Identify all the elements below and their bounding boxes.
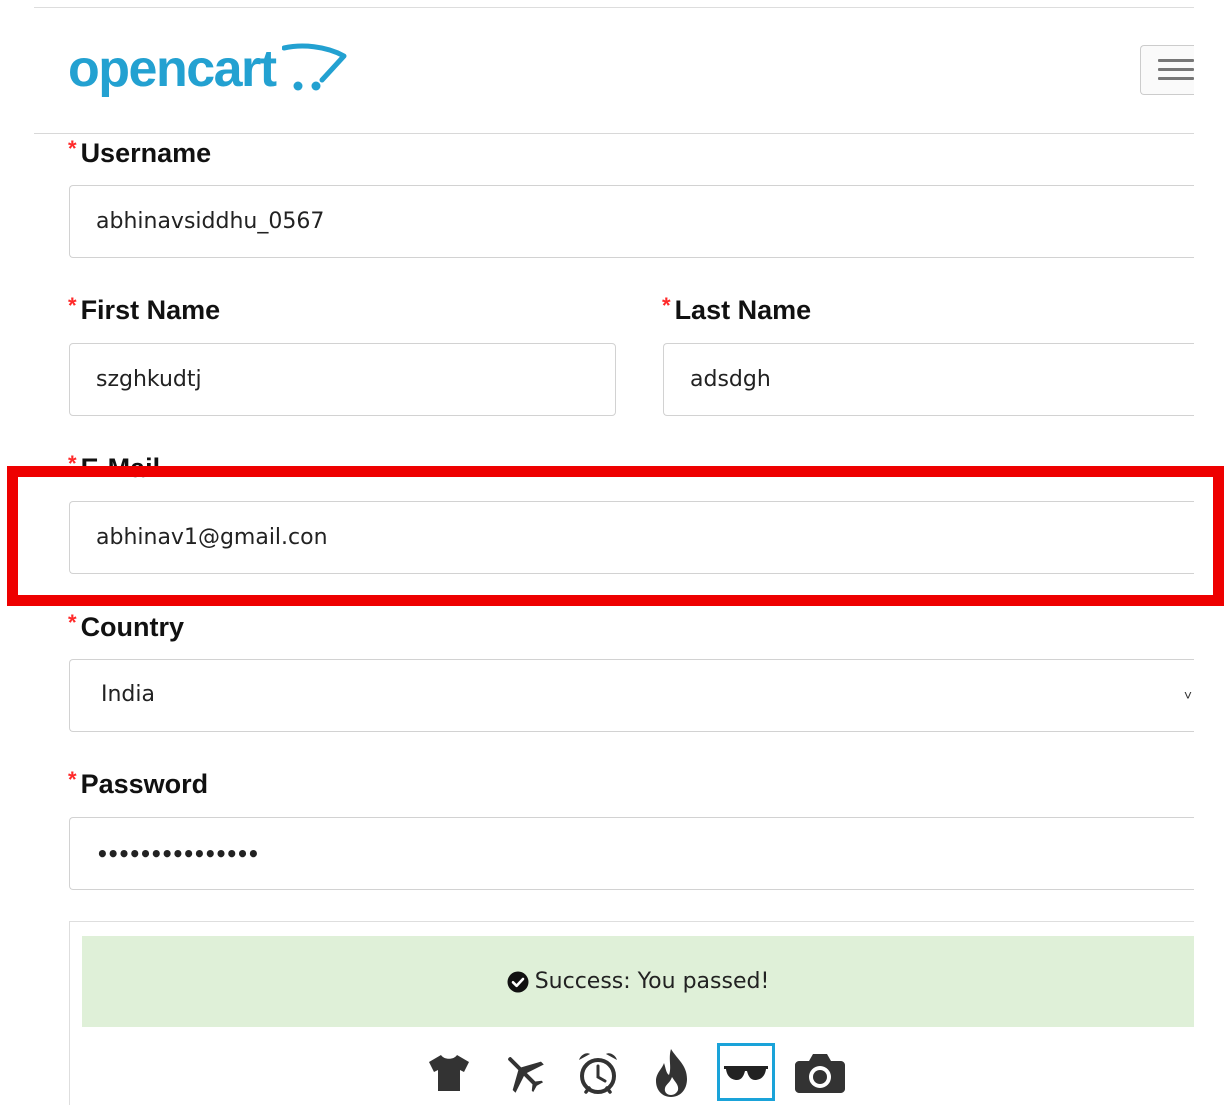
opencart-logo[interactable]: opencart bbox=[68, 38, 348, 102]
camera-icon[interactable] bbox=[792, 1045, 848, 1101]
username-input[interactable] bbox=[70, 186, 1194, 257]
alarm-clock-icon[interactable] bbox=[570, 1045, 626, 1101]
required-marker: * bbox=[68, 293, 77, 318]
sunglasses-icon[interactable] bbox=[717, 1043, 775, 1101]
tshirt-icon[interactable] bbox=[421, 1045, 477, 1101]
required-marker: * bbox=[68, 610, 77, 635]
airplane-icon[interactable] bbox=[496, 1045, 552, 1101]
fire-icon[interactable] bbox=[644, 1045, 700, 1101]
success-alert: Success: You passed! bbox=[82, 936, 1194, 1027]
last-name-field-box bbox=[663, 343, 1194, 416]
email-field-box bbox=[69, 501, 1194, 574]
cart-logo-icon bbox=[281, 43, 347, 91]
check-circle-icon bbox=[507, 971, 529, 993]
top-divider bbox=[34, 7, 1194, 8]
country-selected-value: India bbox=[101, 682, 155, 707]
required-marker: * bbox=[68, 136, 77, 161]
first-name-field-box bbox=[69, 343, 616, 416]
email-input[interactable] bbox=[70, 502, 1194, 573]
success-message: Success: You passed! bbox=[534, 969, 770, 994]
country-select[interactable]: India ˅ bbox=[69, 659, 1194, 732]
required-marker: * bbox=[68, 767, 77, 792]
last-name-input[interactable] bbox=[664, 344, 1194, 415]
username-field-box bbox=[69, 185, 1194, 258]
country-label: * Country bbox=[68, 610, 185, 642]
header-divider bbox=[34, 133, 1194, 134]
first-name-label: * First Name bbox=[68, 293, 221, 325]
first-name-input[interactable] bbox=[70, 344, 615, 415]
chevron-down-icon: ˅ bbox=[1183, 687, 1192, 703]
username-label: * Username bbox=[68, 136, 212, 168]
logo-text: opencart bbox=[68, 40, 277, 98]
password-input[interactable] bbox=[70, 818, 1194, 889]
required-marker: * bbox=[662, 293, 671, 318]
password-field-box bbox=[69, 817, 1194, 890]
menu-toggle-button[interactable] bbox=[1140, 45, 1194, 95]
last-name-label: * Last Name bbox=[662, 293, 812, 325]
email-label: * E-Mail bbox=[68, 451, 161, 483]
password-label: * Password bbox=[68, 767, 209, 799]
required-marker: * bbox=[68, 451, 77, 476]
